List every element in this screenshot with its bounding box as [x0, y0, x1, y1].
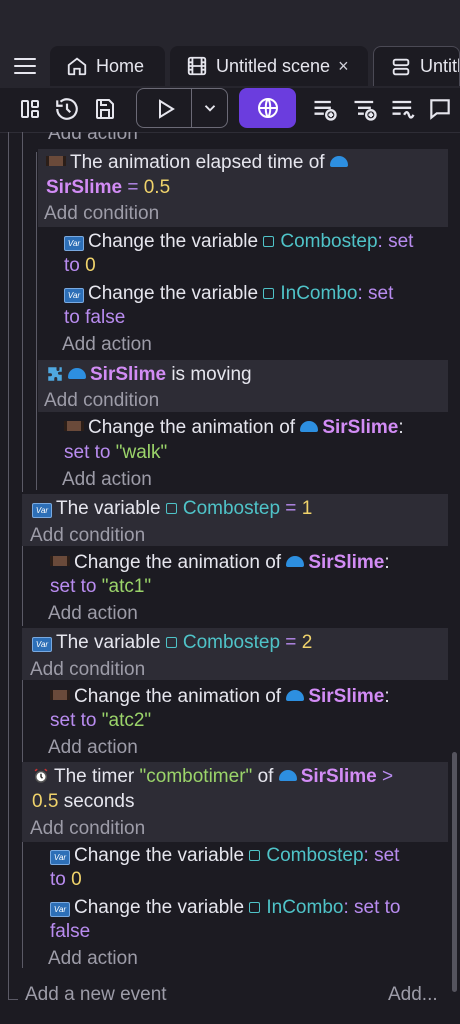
condition-row[interactable]: The animation elapsed time of [46, 151, 352, 175]
scene-variable-icon [263, 236, 275, 247]
chevron-down-icon[interactable] [201, 99, 219, 117]
animation-icon [46, 156, 66, 166]
globe-icon [257, 98, 278, 118]
action-row-cont: to false [64, 307, 126, 328]
condition-row[interactable]: Var The variable Combostep = 2 [32, 631, 312, 655]
sirslime-icon [300, 421, 319, 432]
sirslime-icon [286, 690, 305, 701]
tab-label: Home [96, 55, 145, 76]
action-row-cont: set to "walk" [64, 442, 168, 463]
comment-icon[interactable] [425, 94, 455, 124]
scene-variable-icon [165, 637, 177, 648]
puzzle-icon [48, 367, 62, 381]
alarm-clock-icon [34, 768, 48, 783]
database-icon [392, 58, 410, 75]
tab-untitled-scene[interactable]: Untitled scene × [170, 46, 368, 86]
condition-row[interactable]: Var The variable Combostep = 1 [32, 497, 312, 521]
add-condition-link[interactable]: Add condition [44, 202, 159, 226]
sirslime-icon [286, 556, 305, 567]
action-row-cont: set to "atc1" [50, 576, 152, 597]
variable-icon: Var [64, 236, 84, 251]
add-new-event-link[interactable]: Add a new event [25, 983, 167, 1007]
variable-icon: Var [50, 850, 70, 865]
add-action-link[interactable]: Add action [48, 132, 138, 146]
publish-button[interactable] [239, 88, 296, 128]
action-row[interactable]: Var Change the variable Combostep: set [50, 844, 399, 868]
sirslime-icon [278, 770, 297, 781]
add-condition-link[interactable]: Add condition [30, 524, 145, 548]
scene-variable-icon [249, 902, 261, 913]
add-action-link[interactable]: Add action [62, 468, 152, 492]
action-row[interactable]: Var Change the variable InCombo: set to [50, 896, 401, 920]
menu-icon[interactable] [8, 52, 44, 80]
animation-icon [50, 556, 70, 566]
home-icon [67, 57, 87, 76]
objects-panel-icon[interactable] [15, 94, 45, 124]
action-row-cont: to 0 [64, 255, 96, 276]
scene-variable-icon [263, 288, 275, 299]
preview-button-group [136, 88, 228, 128]
scene-variable-icon [249, 850, 261, 861]
add-condition-link[interactable]: Add condition [30, 817, 145, 841]
condition-row-cont: SirSlime = 0.5 [46, 177, 171, 198]
action-row-cont: false [50, 921, 91, 942]
add-more-link[interactable]: Add... [388, 983, 438, 1007]
add-action-link[interactable]: Add action [48, 947, 138, 971]
tab-label: Untitled scene [216, 55, 331, 76]
save-icon[interactable] [90, 94, 120, 124]
history-icon[interactable] [52, 94, 82, 124]
condition-row[interactable]: The timer "combotimer" of SirSlime > [32, 765, 393, 789]
animation-icon [50, 690, 70, 700]
condition-row-cont: 0.5 seconds [32, 791, 135, 812]
film-icon [187, 56, 207, 76]
animation-icon [64, 421, 84, 431]
status-area [0, 0, 460, 44]
add-sub-event-icon[interactable] [350, 94, 380, 124]
action-row[interactable]: Change the animation of SirSlime: [50, 685, 390, 709]
add-other-icon[interactable] [388, 94, 418, 124]
add-action-link[interactable]: Add action [48, 602, 138, 626]
action-row-cont: set to "atc2" [50, 710, 152, 731]
tab-home[interactable]: Home [50, 46, 165, 86]
action-row[interactable]: Var Change the variable InCombo: set [64, 282, 393, 306]
action-row[interactable]: Change the animation of SirSlime: [64, 416, 404, 440]
action-row-cont: to 0 [50, 869, 82, 890]
action-row[interactable]: Change the animation of SirSlime: [50, 551, 390, 575]
close-icon[interactable]: × [338, 56, 349, 77]
events-sheet: Add action The animation elapsed time of… [0, 132, 460, 1024]
condition-row[interactable]: SirSlime is moving [46, 363, 252, 387]
add-action-link[interactable]: Add action [48, 736, 138, 760]
variable-icon: Var [64, 288, 84, 303]
add-condition-link[interactable]: Add condition [30, 658, 145, 682]
add-condition-link[interactable]: Add condition [44, 389, 159, 413]
sirslime-icon [329, 156, 348, 167]
variable-icon: Var [32, 503, 52, 518]
scene-variable-icon [165, 503, 177, 514]
action-row[interactable]: Var Change the variable Combostep: set [64, 230, 413, 254]
tab-label: Untitle [420, 56, 459, 76]
variable-icon: Var [50, 902, 70, 917]
add-event-icon[interactable] [310, 94, 340, 124]
add-action-link[interactable]: Add action [62, 333, 152, 357]
tab-events[interactable]: Untitle [373, 46, 460, 86]
sirslime-icon [68, 368, 86, 379]
play-icon[interactable] [153, 97, 177, 121]
variable-icon: Var [32, 637, 52, 652]
scrollbar[interactable] [452, 752, 457, 992]
